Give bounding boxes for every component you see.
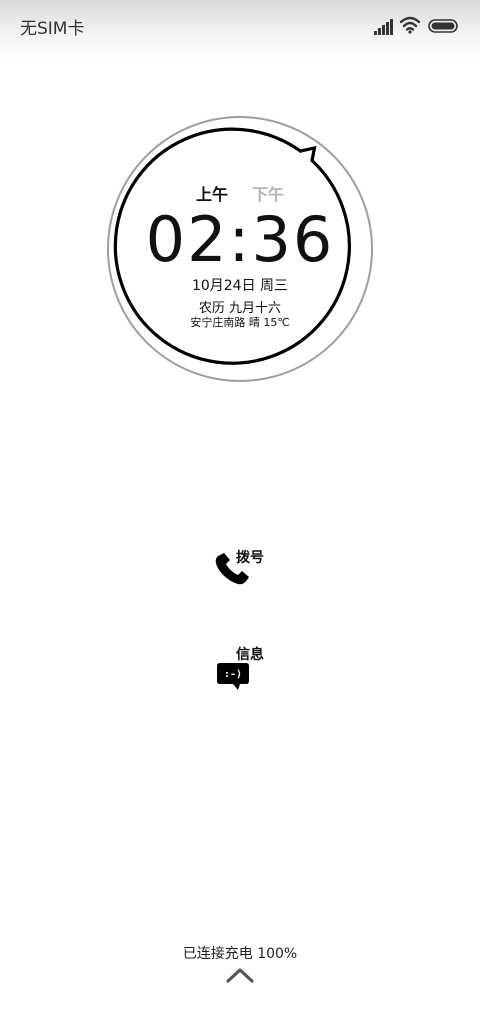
status-bar: 无SIM卡 [0,0,480,60]
message-label: 信息 [236,647,264,663]
clock-widget: 上午 下午 02:36 10月24日 周三 农历 九月十六 安宁庄南路 晴 15… [106,115,374,383]
message-shortcut[interactable]: 信息 :-) [213,643,273,693]
dial-shortcut[interactable]: 拨号 [213,545,273,590]
wifi-icon [400,16,420,34]
lock-screen: 无SIM卡 上午 下午 02:36 10月24日 周三 农历 九月十六 安宁庄南… [0,0,480,1013]
clock-time: 02:36 [145,203,335,276]
message-icon: :-) [217,663,249,690]
battery-icon [428,19,458,33]
charging-status: 已连接充电 100% [182,946,298,962]
chevron-up-icon[interactable] [226,966,254,984]
signal-icon [374,19,393,35]
date-label: 10月24日 周三 [191,278,289,294]
message-icon-face: :-) [224,669,242,680]
phone-icon [215,553,249,585]
pm-label: 下午 [252,185,285,204]
am-label: 上午 [196,185,229,204]
weather-label: 安宁庄南路 晴 15℃ [190,316,290,329]
carrier-label: 无SIM卡 [20,19,85,39]
